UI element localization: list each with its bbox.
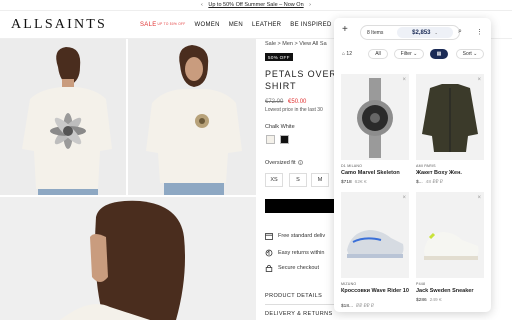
card-name[interactable]: Jack Sweden Sneaker [416, 288, 484, 295]
fit-label-text: Oversized fit [265, 160, 296, 166]
product-title: PETALS OVERS SHIRT [265, 69, 344, 91]
nav-sale[interactable]: SALEUP TO 50% OFF [140, 22, 186, 28]
allsaints-logo[interactable]: ALLSAINTS [11, 17, 107, 33]
price-old: €72.00 [265, 99, 284, 105]
card-name[interactable]: Camo Marvel Skeleton [341, 170, 409, 177]
card-brand: MIZUNO [341, 282, 357, 286]
fit-label: Oversized fit i [265, 160, 303, 166]
card-price: $718 62€ € [341, 180, 367, 185]
feature-returns: Easy returns within [265, 249, 324, 257]
panel-toolbar: + 8 Items $2,853 ⌄ ⌕ ⋮ [334, 18, 491, 46]
tag-count[interactable]: ⌂ 12 [342, 51, 352, 57]
promo-banner[interactable]: ‹ Up to 50% Off Summer Sale – Now On › [0, 0, 512, 11]
sort-button-label: Sort [462, 51, 472, 57]
breadcrumb[interactable]: Sale > Men > View All Sa [265, 41, 327, 47]
feature-secure: Secure checkout [265, 264, 319, 272]
grid-icon: ▦ [436, 51, 442, 57]
color-label: Chalk White [265, 124, 295, 130]
card-price-old: 48 ₽₽ ₽ [425, 180, 443, 185]
lowest-price-note: Lowest price in the last 30 [265, 107, 323, 113]
items-count: 8 Items [367, 29, 384, 36]
section-product-details[interactable]: PRODUCT DETAILS [265, 293, 322, 299]
product-image-back[interactable] [0, 39, 126, 195]
card-name[interactable]: Кроссовки Wave Rider 10 [341, 288, 409, 295]
feature-delivery: Free standard deliv [265, 232, 325, 240]
card-price-old: ₽₽ ₽₽ ₽ [356, 304, 374, 309]
add-to-bag-button[interactable] [265, 199, 335, 213]
feature-returns-text: Easy returns within [278, 250, 325, 256]
filter-all[interactable]: All [368, 49, 388, 59]
product-image-front[interactable] [128, 39, 256, 195]
card-brand: AMI PARIS [416, 164, 436, 168]
search-icon[interactable]: ⌕ [458, 28, 462, 36]
card-image-jacket[interactable]: × [416, 74, 484, 160]
nav-women[interactable]: WOMEN [195, 22, 220, 28]
price-new: €50.00 [288, 99, 307, 105]
swatch-chalk-white[interactable] [266, 135, 275, 144]
swatch-black[interactable] [280, 135, 289, 144]
feature-secure-text: Secure checkout [278, 265, 319, 271]
chevron-down-icon: ⌄ [473, 51, 478, 57]
nav-leather[interactable]: LEATHER [252, 22, 281, 28]
total-price[interactable]: $2,853 ⌄ [397, 27, 453, 38]
info-icon[interactable]: i [297, 160, 303, 165]
tag-icon: ⌂ [342, 51, 346, 57]
section-divider [265, 304, 335, 305]
card-price: $286 249 € [416, 298, 442, 303]
banner-text[interactable]: Up to 50% Off Summer Sale – Now On [208, 2, 303, 8]
product-gallery [0, 39, 258, 320]
filter-button-label: Filter [400, 51, 412, 57]
discount-badge: 50% OFF [265, 53, 293, 61]
card-brand: D1 MILANO [341, 164, 363, 168]
nav-sale-tag: UP TO 50% OFF [157, 22, 186, 26]
filter-button[interactable]: Filter ⌄ [394, 49, 424, 59]
sort-button[interactable]: Sort ⌄ [456, 49, 484, 59]
section-delivery-returns[interactable]: DELIVERY & RETURNS [265, 311, 333, 317]
product-image-detail[interactable] [0, 197, 256, 320]
card-brand: P448 [416, 282, 426, 286]
nav-men[interactable]: MEN [229, 22, 243, 28]
add-icon[interactable]: + [342, 25, 348, 35]
banner-prev-arrow[interactable]: ‹ [201, 0, 203, 11]
nav-sale-label: SALE [140, 22, 157, 28]
lock-icon [265, 264, 273, 272]
card-price-current: $... [416, 180, 423, 185]
tag-count-value: 12 [346, 51, 352, 57]
size-m[interactable]: M [311, 173, 329, 187]
card-price-current: $718 [341, 180, 352, 185]
banner-next-arrow[interactable]: › [309, 0, 311, 11]
more-icon[interactable]: ⋮ [476, 28, 483, 36]
calendar-icon [265, 232, 273, 240]
close-icon[interactable]: × [477, 195, 481, 201]
price: €72.00 €50.00 [265, 99, 306, 105]
card-price-current: $18... [341, 304, 354, 309]
size-s[interactable]: S [289, 173, 307, 187]
feature-delivery-text: Free standard deliv [278, 233, 326, 239]
grid-view-toggle[interactable]: ▦ [430, 49, 448, 59]
close-icon[interactable]: × [402, 77, 406, 83]
return-icon [265, 249, 273, 257]
card-image-watch[interactable]: × [341, 74, 409, 160]
card-price-old: 62€ € [354, 180, 367, 185]
chevron-down-icon: ⌄ [434, 30, 438, 35]
card-price: $... 48 ₽₽ ₽ [416, 180, 443, 185]
card-name[interactable]: Жакет Boxy Жен. [416, 170, 484, 177]
chevron-down-icon: ⌄ [413, 51, 418, 57]
card-price-old: 249 € [429, 298, 442, 303]
close-icon[interactable]: × [477, 77, 481, 83]
shopping-extension-panel: + 8 Items $2,853 ⌄ ⌕ ⋮ ⌂ 12 All Filter ⌄ … [334, 18, 491, 312]
card-image-sneaker-white[interactable]: × [416, 192, 484, 278]
nav-be-inspired[interactable]: BE INSPIRED [290, 22, 331, 28]
size-xs[interactable]: XS [265, 173, 283, 187]
card-price: $18... ₽₽ ₽₽ ₽ [341, 304, 374, 309]
panel-filter-bar: ⌂ 12 All Filter ⌄ ▦ Sort ⌄ [334, 46, 491, 62]
close-icon[interactable]: × [402, 195, 406, 201]
card-price-current: $286 [416, 298, 427, 303]
main-nav: SALEUP TO 50% OFF WOMEN MEN LEATHER BE I… [140, 22, 332, 28]
items-total-pill[interactable]: 8 Items $2,853 ⌄ [360, 25, 460, 40]
card-image-sneaker-blue[interactable]: × [341, 192, 409, 278]
total-price-value: $2,853 [412, 29, 431, 36]
